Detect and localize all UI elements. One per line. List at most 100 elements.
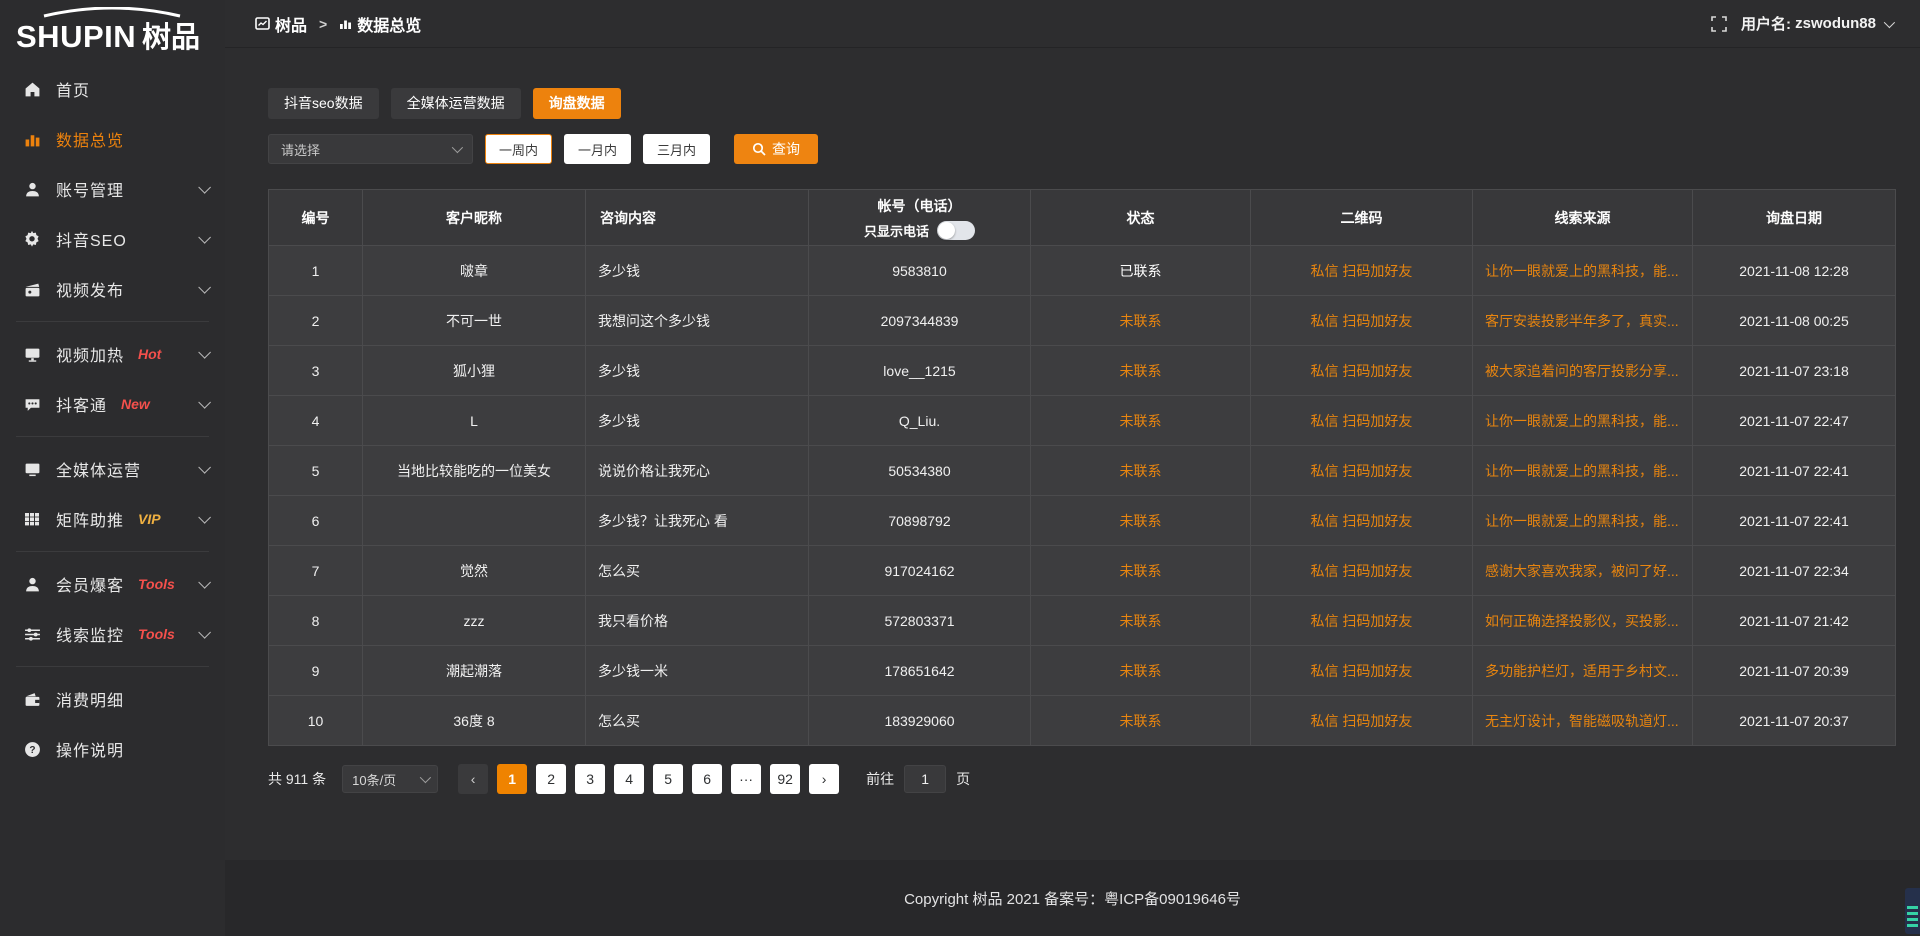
cell-id: 7 <box>269 546 363 596</box>
status-badge: 未联系 <box>1120 413 1162 429</box>
goto-page-input[interactable] <box>904 765 946 793</box>
cell-qr-links[interactable]: 私信 扫码加好友 <box>1251 646 1473 696</box>
cell-qr-links[interactable]: 私信 扫码加好友 <box>1251 446 1473 496</box>
tab-douyin-seo-data[interactable]: 抖音seo数据 <box>268 88 379 119</box>
cell-qr-links[interactable]: 私信 扫码加好友 <box>1251 346 1473 396</box>
cell-source-link[interactable]: 无主灯设计，智能磁吸轨道灯... <box>1473 696 1693 746</box>
cell-content: 多少钱 <box>586 396 809 446</box>
sidebar-item-label: 视频加热 <box>56 342 124 366</box>
phone-only-toggle[interactable] <box>937 221 975 240</box>
chevron-down-icon <box>198 461 211 474</box>
cell-nickname: zzz <box>363 596 586 646</box>
sidebar-item-video-heat[interactable]: 视频加热 Hot <box>0 329 225 379</box>
filter-bar: 请选择 一周内 一月内 三月内 查询 <box>268 134 1895 164</box>
next-page-button[interactable]: › <box>809 764 839 794</box>
page-button[interactable]: ··· <box>731 764 761 794</box>
sidebar-item-help[interactable]: ? 操作说明 <box>0 724 225 774</box>
cell-source-link[interactable]: 让你一眼就爱上的黑科技，能... <box>1473 496 1693 546</box>
tools-badge: Tools <box>138 576 175 592</box>
sidebar-item-account[interactable]: 账号管理 <box>0 164 225 214</box>
table-row: 3 狐小狸 多少钱 love__1215 未联系 私信 扫码加好友 被大家追着问… <box>269 346 1896 396</box>
cell-source-link[interactable]: 被大家追着问的客厅投影分享... <box>1473 346 1693 396</box>
status-badge: 已联系 <box>1120 263 1162 279</box>
bar-chart-icon <box>22 129 42 149</box>
page-button[interactable]: 3 <box>575 764 605 794</box>
cell-account: 9583810 <box>809 246 1031 296</box>
goto-suffix: 页 <box>956 769 970 789</box>
page-button[interactable]: 92 <box>770 764 800 794</box>
cell-nickname: 潮起潮落 <box>363 646 586 696</box>
cell-date: 2021-11-07 20:39 <box>1693 646 1896 696</box>
status-badge: 未联系 <box>1120 563 1162 579</box>
cell-content: 说说价格让我死心 <box>586 446 809 496</box>
page-button[interactable]: 5 <box>653 764 683 794</box>
status-badge: 未联系 <box>1120 613 1162 629</box>
cell-date: 2021-11-07 23:18 <box>1693 346 1896 396</box>
sidebar-item-expense-detail[interactable]: 消费明细 <box>0 674 225 724</box>
chevron-down-icon <box>198 626 211 639</box>
sidebar-item-data-overview[interactable]: 数据总览 <box>0 114 225 164</box>
logo-text-cn: 树品 <box>142 21 200 54</box>
cell-source-link[interactable]: 多功能护栏灯，适用于乡村文... <box>1473 646 1693 696</box>
status-badge: 未联系 <box>1120 513 1162 529</box>
cell-status: 已联系 <box>1031 246 1251 296</box>
cell-qr-links[interactable]: 私信 扫码加好友 <box>1251 396 1473 446</box>
tab-inquiry-data[interactable]: 询盘数据 <box>533 88 621 119</box>
range-quarter-button[interactable]: 三月内 <box>643 134 710 164</box>
breadcrumb-root[interactable]: 树品 <box>275 12 307 36</box>
home-icon <box>22 79 42 99</box>
chevron-down-icon <box>198 346 211 359</box>
cell-qr-links[interactable]: 私信 扫码加好友 <box>1251 246 1473 296</box>
cell-status: 未联系 <box>1031 496 1251 546</box>
filter-select[interactable]: 请选择 <box>268 134 473 164</box>
sidebar-item-home[interactable]: 首页 <box>0 64 225 114</box>
header-right: 用户名: zswodun88 <box>1711 13 1892 34</box>
page-size-select[interactable]: 10条/页 <box>342 765 438 793</box>
range-month-button[interactable]: 一月内 <box>564 134 631 164</box>
sidebar-item-member-baoke[interactable]: 会员爆客 Tools <box>0 559 225 609</box>
page-button[interactable]: 4 <box>614 764 644 794</box>
menu-divider <box>16 321 209 322</box>
user-menu[interactable]: 用户名: zswodun88 <box>1741 13 1892 34</box>
range-week-button[interactable]: 一周内 <box>485 134 552 164</box>
cell-qr-links[interactable]: 私信 扫码加好友 <box>1251 596 1473 646</box>
sidebar-item-doketong[interactable]: 抖客通 New <box>0 379 225 429</box>
page-button[interactable]: 2 <box>536 764 566 794</box>
chevron-down-icon <box>198 511 211 524</box>
cell-source-link[interactable]: 让你一眼就爱上的黑科技，能... <box>1473 396 1693 446</box>
cell-source-link[interactable]: 感谢大家喜欢我家，被问了好... <box>1473 546 1693 596</box>
cell-id: 10 <box>269 696 363 746</box>
gear-icon <box>22 229 42 249</box>
cell-source-link[interactable]: 客厅安装投影半年多了，真实... <box>1473 296 1693 346</box>
cell-source-link[interactable]: 如何正确选择投影仪，买投影... <box>1473 596 1693 646</box>
cell-source-link[interactable]: 让你一眼就爱上的黑科技，能... <box>1473 446 1693 496</box>
total-count: 共 911 条 <box>268 769 326 789</box>
cell-qr-links[interactable]: 私信 扫码加好友 <box>1251 546 1473 596</box>
page-button[interactable]: 6 <box>692 764 722 794</box>
table-row: 6 多少钱？让我死心 看 70898792 未联系 私信 扫码加好友 让你一眼就… <box>269 496 1896 546</box>
sidebar-item-media-operation[interactable]: 全媒体运营 <box>0 444 225 494</box>
sidebar-item-video-publish[interactable]: 视频发布 <box>0 264 225 314</box>
sidebar-item-matrix-boost[interactable]: 矩阵助推 VIP <box>0 494 225 544</box>
tab-media-operation-data[interactable]: 全媒体运营数据 <box>391 88 521 119</box>
status-badge: 未联系 <box>1120 463 1162 479</box>
cell-qr-links[interactable]: 私信 扫码加好友 <box>1251 296 1473 346</box>
cell-source-link[interactable]: 让你一眼就爱上的黑科技，能... <box>1473 246 1693 296</box>
logo-graphic: SHUPIN 树品 <box>16 7 208 55</box>
cell-account: Q_Liu. <box>809 396 1031 446</box>
query-button[interactable]: 查询 <box>734 134 818 164</box>
prev-page-button[interactable]: ‹ <box>458 764 488 794</box>
cell-qr-links[interactable]: 私信 扫码加好友 <box>1251 696 1473 746</box>
cell-id: 3 <box>269 346 363 396</box>
page-button[interactable]: 1 <box>497 764 527 794</box>
corner-widget[interactable] <box>1905 888 1920 934</box>
status-badge: 未联系 <box>1120 663 1162 679</box>
sidebar-item-clue-monitor[interactable]: 线索监控 Tools <box>0 609 225 659</box>
fullscreen-icon[interactable] <box>1711 16 1727 32</box>
chevron-down-icon <box>198 576 211 589</box>
status-badge: 未联系 <box>1120 313 1162 329</box>
chevron-down-icon <box>1884 16 1895 27</box>
sidebar-item-douyin-seo[interactable]: 抖音SEO <box>0 214 225 264</box>
col-source: 线索来源 <box>1473 190 1693 246</box>
cell-qr-links[interactable]: 私信 扫码加好友 <box>1251 496 1473 546</box>
